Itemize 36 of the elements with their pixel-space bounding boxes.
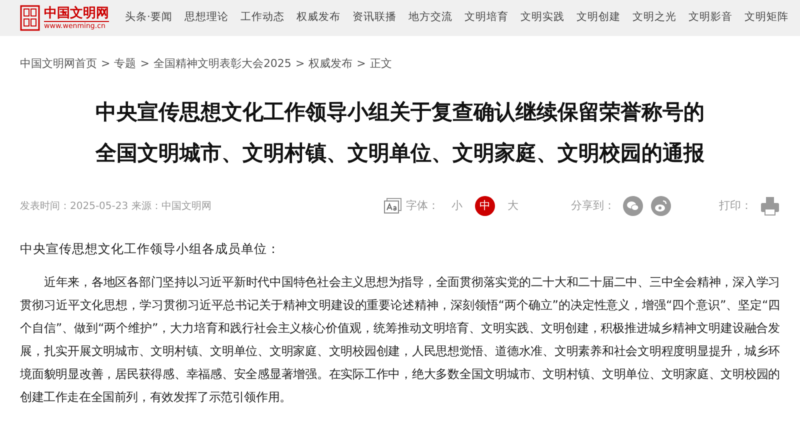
font-size-option[interactable]: 中 <box>475 196 495 216</box>
font-size-icon <box>384 198 402 214</box>
nav-link[interactable]: 权威发布 <box>296 10 340 26</box>
nav-link[interactable]: 思想理论 <box>184 10 228 26</box>
print-label: 打印： <box>719 198 752 214</box>
breadcrumb-link[interactable]: 全国精神文明表彰大会2025 <box>153 56 292 92</box>
site-name[interactable]: 中国文明网 <box>44 6 109 20</box>
logo-seal-icon <box>20 5 40 31</box>
nav-link[interactable]: 地方交流 <box>408 10 452 26</box>
weibo-icon[interactable] <box>651 196 671 216</box>
breadcrumb-link[interactable]: 中国文明网首页 <box>20 56 97 92</box>
share-label: 分享到： <box>571 198 615 214</box>
nav-link[interactable]: 文明矩阵 <box>744 10 788 26</box>
body-paragraph: 近年来，各地区各部门坚持以习近平新时代中国特色社会主义思想为指导，全面贯彻落实党的二十大和二十届二中、三中全会精神，深入学习贯彻习近平文化思想，学习贯彻习近平总书记关于精神文明建设的重要论述精神，深刻领悟“两个确立”的决定性意义，增强“四个意识”、坚定“四个自信”、做到“两个维护”，大力培育和践行社会主义核心价值观，统筹推动文明培育、文明实践、文明创建，积极推进城乡精神文明建设融合发展，扎实开展文明城市、文明村镇、文明单位、文明家庭、文明校园创建，人民思想觉悟、道德水准、文明素养和社会文明程度明显提升，城乡环境面貌明显改善，居民获得感、幸福感、安全感显著增强。在实际工作中，绝大多数全国文明城市、文明村镇、文明单位、文明家庭、文明校园的创建工作走在全国前列，有效发挥了示范引领作用。 <box>19 274 781 406</box>
article-title: 全国文明城市、文明村镇、文明单位、文明家庭、文明校园的通报 <box>94 140 706 167</box>
breadcrumb-link[interactable]: 权威发布 <box>308 56 353 92</box>
breadcrumb-separator: > <box>295 56 305 72</box>
article-title: 中央宣传思想文化工作领导小组关于复查确认继续保留荣誉称号的 <box>94 99 706 126</box>
breadcrumb-separator: > <box>101 56 110 72</box>
publish-info: 发表时间：2025-05-23 来源：中国文明网 <box>20 200 212 214</box>
breadcrumb-separator: > <box>356 56 366 72</box>
nav-link[interactable]: 头条·要闻 <box>125 10 172 26</box>
nav-link[interactable]: 文明创建 <box>576 10 620 26</box>
nav-link[interactable]: 文明培育 <box>464 10 508 26</box>
nav-link[interactable]: 资讯联播 <box>352 10 396 26</box>
salutation-text: 中央宣传思想文化工作领导小组各成员单位： <box>19 240 281 258</box>
font-size-label: 字体： <box>406 198 439 214</box>
wechat-icon[interactable] <box>623 196 643 216</box>
breadcrumb-separator: > <box>140 56 150 72</box>
nav-link[interactable]: 工作动态 <box>240 10 284 26</box>
nav-link[interactable]: 文明实践 <box>520 10 564 26</box>
breadcrumb-current: 正文 <box>370 56 392 72</box>
nav-link[interactable]: 文明影音 <box>688 10 732 26</box>
nav-link[interactable]: 文明之光 <box>632 10 676 26</box>
breadcrumb-link[interactable]: 专题 <box>114 56 136 92</box>
printer-icon[interactable] <box>760 196 780 216</box>
